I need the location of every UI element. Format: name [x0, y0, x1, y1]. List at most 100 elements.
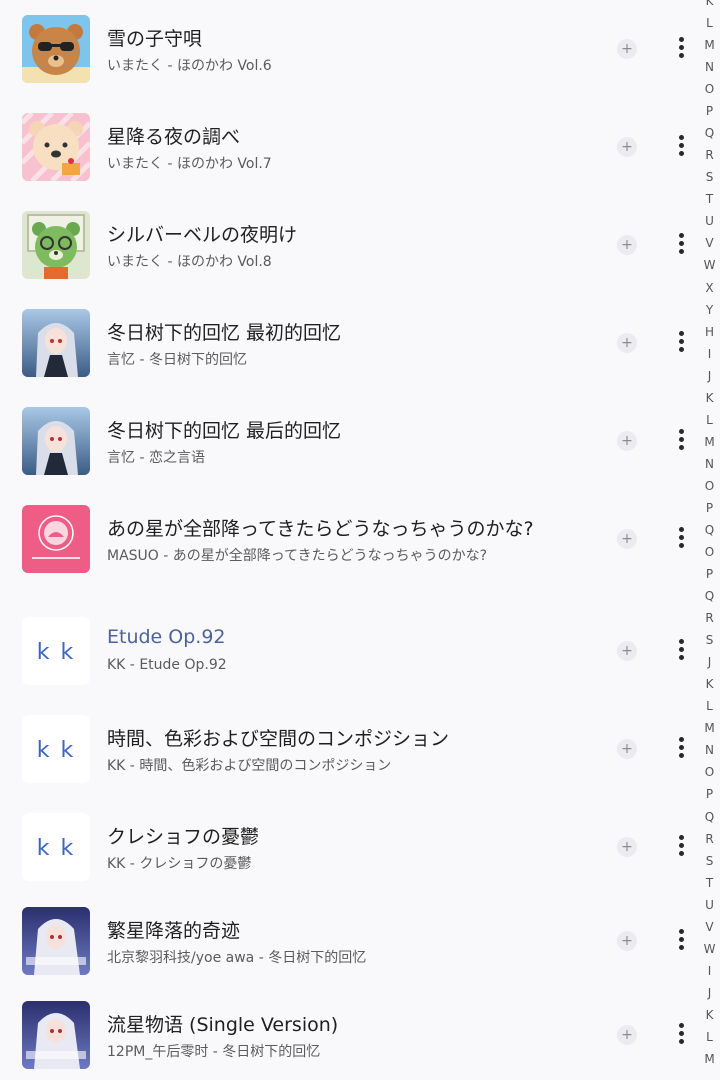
- add-to-playlist-button[interactable]: +: [617, 931, 637, 951]
- index-letter[interactable]: P: [699, 787, 720, 801]
- add-to-playlist-button[interactable]: +: [617, 739, 637, 759]
- index-letter[interactable]: K: [699, 391, 720, 405]
- index-letter[interactable]: M: [699, 435, 720, 449]
- index-letter[interactable]: S: [699, 633, 720, 647]
- more-options-icon[interactable]: [670, 329, 692, 355]
- more-options-icon[interactable]: [670, 525, 692, 551]
- song-artist-album: いまたく - ほのかわ Vol.8: [107, 254, 272, 270]
- index-letter[interactable]: P: [699, 501, 720, 515]
- song-row[interactable]: 冬日树下的回忆 最初的回忆 言忆 - 冬日树下的回忆 +: [0, 298, 700, 388]
- add-to-playlist-button[interactable]: +: [617, 641, 637, 661]
- index-letter[interactable]: W: [699, 942, 720, 956]
- index-letter[interactable]: I: [699, 964, 720, 978]
- index-letter[interactable]: R: [699, 832, 720, 846]
- index-letter[interactable]: M: [699, 1052, 720, 1066]
- index-letter[interactable]: L: [699, 699, 720, 713]
- more-options-icon[interactable]: [670, 735, 692, 761]
- index-letter[interactable]: P: [699, 104, 720, 118]
- alphabet-index-scrollbar[interactable]: KLMNOPQRSTUVWXYHIJKLMNOPQOPQRSJKLMNOPQRS…: [699, 0, 720, 1080]
- bear-cake-art: [22, 113, 90, 181]
- index-letter[interactable]: X: [699, 281, 720, 295]
- pink-badge-art: [22, 505, 90, 573]
- album-art: [22, 211, 90, 279]
- index-letter[interactable]: U: [699, 898, 720, 912]
- index-letter[interactable]: O: [699, 765, 720, 779]
- song-row[interactable]: シルバーベルの夜明け いまたく - ほのかわ Vol.8 +: [0, 200, 700, 290]
- index-letter[interactable]: T: [699, 876, 720, 890]
- index-letter[interactable]: I: [699, 347, 720, 361]
- song-row[interactable]: 繁星降落的奇迹 北京黎羽科技/yoe awa - 冬日树下的回忆 +: [0, 896, 700, 986]
- add-to-playlist-button[interactable]: +: [617, 333, 637, 353]
- song-row[interactable]: 流星物语 (Single Version) 12PM_午后零时 - 冬日树下的回忆…: [0, 990, 700, 1080]
- index-letter[interactable]: U: [699, 214, 720, 228]
- add-to-playlist-button[interactable]: +: [617, 431, 637, 451]
- index-letter[interactable]: J: [699, 655, 720, 669]
- index-letter[interactable]: N: [699, 60, 720, 74]
- add-to-playlist-button[interactable]: +: [617, 1025, 637, 1045]
- more-dot: [679, 249, 684, 254]
- svg-text:k k: k k: [37, 836, 75, 861]
- index-letter[interactable]: K: [699, 1008, 720, 1022]
- index-letter[interactable]: N: [699, 743, 720, 757]
- index-letter[interactable]: W: [699, 258, 720, 272]
- more-options-icon[interactable]: [670, 133, 692, 159]
- song-title: あの星が全部降ってきたらどうなっちゃうのかな?: [107, 518, 534, 540]
- more-dot: [679, 151, 684, 156]
- more-dot: [679, 445, 684, 450]
- index-letter[interactable]: L: [699, 1030, 720, 1044]
- index-letter[interactable]: S: [699, 854, 720, 868]
- more-dot: [679, 543, 684, 548]
- index-letter[interactable]: M: [699, 38, 720, 52]
- more-dot: [679, 753, 684, 758]
- index-letter[interactable]: R: [699, 148, 720, 162]
- add-to-playlist-button[interactable]: +: [617, 837, 637, 857]
- index-letter[interactable]: Q: [699, 126, 720, 140]
- index-letter[interactable]: P: [699, 567, 720, 581]
- song-artist-album: KK - 時間、色彩および空間のコンポジション: [107, 758, 392, 774]
- song-row[interactable]: k k 時間、色彩および空間のコンポジション KK - 時間、色彩および空間のコンポ…: [0, 704, 700, 794]
- more-dot: [679, 527, 684, 532]
- add-to-playlist-button[interactable]: +: [617, 137, 637, 157]
- index-letter[interactable]: O: [699, 545, 720, 559]
- song-row[interactable]: 雪の子守唄 いまたく - ほのかわ Vol.6 +: [0, 4, 700, 94]
- song-artist-album: 12PM_午后零时 - 冬日树下的回忆: [107, 1044, 321, 1060]
- index-letter[interactable]: O: [699, 82, 720, 96]
- index-letter[interactable]: R: [699, 611, 720, 625]
- add-to-playlist-button[interactable]: +: [617, 235, 637, 255]
- more-options-icon[interactable]: [670, 927, 692, 953]
- add-to-playlist-button[interactable]: +: [617, 39, 637, 59]
- add-to-playlist-button[interactable]: +: [617, 529, 637, 549]
- more-dot: [679, 241, 684, 246]
- index-letter[interactable]: L: [699, 16, 720, 30]
- index-letter[interactable]: J: [699, 369, 720, 383]
- song-row[interactable]: 冬日树下的回忆 最后的回忆 言忆 - 恋之言语 +: [0, 396, 700, 486]
- more-options-icon[interactable]: [670, 637, 692, 663]
- index-letter[interactable]: L: [699, 413, 720, 427]
- index-letter[interactable]: J: [699, 986, 720, 1000]
- index-letter[interactable]: S: [699, 170, 720, 184]
- index-letter[interactable]: Q: [699, 810, 720, 824]
- index-letter[interactable]: K: [699, 0, 720, 8]
- index-letter[interactable]: T: [699, 192, 720, 206]
- song-row[interactable]: 星降る夜の調べ いまたく - ほのかわ Vol.7 +: [0, 102, 700, 192]
- index-letter[interactable]: Q: [699, 589, 720, 603]
- more-options-icon[interactable]: [670, 427, 692, 453]
- more-dot: [679, 639, 684, 644]
- more-options-icon[interactable]: [670, 35, 692, 61]
- more-options-icon[interactable]: [670, 231, 692, 257]
- song-row[interactable]: あの星が全部降ってきたらどうなっちゃうのかな? MASUO - あの星が全部降って…: [0, 494, 700, 584]
- index-letter[interactable]: V: [699, 920, 720, 934]
- index-letter[interactable]: K: [699, 677, 720, 691]
- index-letter[interactable]: N: [699, 457, 720, 471]
- index-letter[interactable]: V: [699, 236, 720, 250]
- song-title: 繁星降落的奇迹: [107, 920, 241, 942]
- song-row[interactable]: k k Etude Op.92 KK - Etude Op.92 +: [0, 606, 700, 696]
- index-letter[interactable]: Q: [699, 523, 720, 537]
- index-letter[interactable]: O: [699, 479, 720, 493]
- more-options-icon[interactable]: [670, 833, 692, 859]
- index-letter[interactable]: H: [699, 325, 720, 339]
- song-row[interactable]: k k クレショフの憂鬱 KK - クレショフの憂鬱 +: [0, 802, 700, 892]
- index-letter[interactable]: M: [699, 721, 720, 735]
- more-options-icon[interactable]: [670, 1021, 692, 1047]
- index-letter[interactable]: Y: [699, 303, 720, 317]
